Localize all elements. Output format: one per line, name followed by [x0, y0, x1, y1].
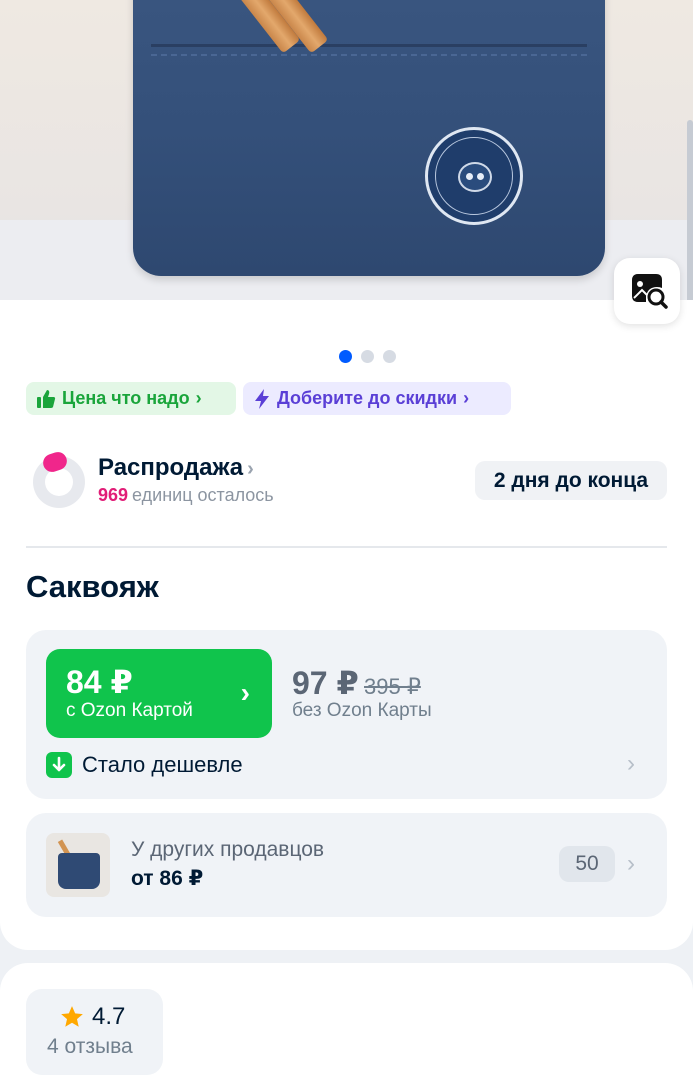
lunch-bag-photo — [133, 0, 605, 276]
gallery-pagination — [339, 350, 396, 363]
lunch-bag-patch — [425, 127, 523, 225]
bag-pocket — [151, 44, 587, 56]
chip-label: Цена что надо — [62, 388, 190, 408]
thumbs-up-icon — [37, 389, 56, 408]
pagination-dot[interactable] — [383, 350, 396, 363]
other-sellers-price: от 86 ₽ — [131, 867, 204, 890]
old-price: 395 ₽ — [364, 674, 421, 699]
sale-title-link[interactable]: Распродажа › — [98, 454, 254, 482]
lightning-icon — [255, 388, 269, 409]
reviews-count: 4 отзыва — [47, 1035, 133, 1058]
price-dropped-text[interactable]: Стало дешевле — [82, 752, 243, 778]
product-image[interactable] — [0, 0, 693, 300]
sale-remaining-count: 969 — [98, 485, 129, 505]
ozon-card-price: 84 ₽ — [66, 664, 133, 700]
rating-value: 4.7 — [92, 1003, 126, 1030]
ozon-card-price-button[interactable]: 84 ₽ с Ozon Картой › — [46, 649, 272, 738]
price-ok-chip[interactable]: Цена что надо › — [26, 382, 236, 415]
other-sellers-count: 50 — [559, 846, 615, 882]
arrow-down-icon — [46, 752, 72, 778]
star-icon — [61, 1006, 83, 1027]
sale-title: Распродажа — [98, 454, 244, 481]
find-similar-button[interactable] — [614, 258, 680, 324]
sale-remaining: 969 единиц осталось — [98, 485, 274, 506]
chevron-right-icon: › — [463, 388, 470, 408]
chip-label: Доберите до скидки — [277, 388, 458, 408]
panda-icon — [458, 162, 492, 192]
sale-remaining-text: единиц осталось — [132, 485, 274, 505]
sale-deadline-badge: 2 дня до конца — [475, 461, 667, 500]
chevron-right-icon: › — [240, 677, 250, 708]
image-search-icon — [632, 274, 668, 309]
regular-price: 97 ₽ — [292, 665, 359, 701]
sale-progress-ring — [33, 449, 85, 508]
pagination-dot-active[interactable] — [339, 350, 352, 363]
chevron-right-icon: › — [247, 458, 254, 480]
ozon-card-label: с Ozon Картой — [66, 700, 193, 721]
other-sellers-label: У других продавцов — [131, 838, 325, 861]
product-thumbnail — [46, 833, 110, 897]
chevron-right-icon: › — [195, 388, 202, 408]
chevron-right-icon[interactable]: › — [627, 750, 635, 778]
rating-summary[interactable] — [26, 989, 163, 1075]
divider — [26, 546, 667, 548]
pagination-dot[interactable] — [361, 350, 374, 363]
chevron-right-icon[interactable]: › — [627, 850, 635, 878]
product-title: Саквояж — [26, 569, 159, 604]
add-for-discount-chip[interactable]: Доберите до скидки › — [243, 382, 511, 415]
regular-price-label: без Ozon Карты — [292, 700, 432, 721]
lunch-bag-thumbnail — [58, 853, 100, 889]
